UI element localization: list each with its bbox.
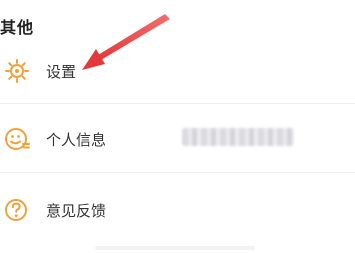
section-title: 其他: [0, 18, 35, 37]
personal-info-row[interactable]: 个人信息: [0, 116, 355, 166]
screen: 其他 设置 个人信息 意见反馈: [0, 0, 355, 253]
settings-row[interactable]: 设置: [0, 48, 355, 98]
bottom-divider: [95, 246, 255, 250]
feedback-label: 意见反馈: [46, 202, 107, 220]
settings-label: 设置: [46, 63, 77, 81]
question-icon: [2, 195, 32, 225]
redacted-value: [182, 128, 294, 146]
feedback-row[interactable]: 意见反馈: [0, 187, 355, 237]
personal-info-label: 个人信息: [46, 131, 107, 149]
gear-icon: [2, 56, 32, 86]
divider: [0, 172, 355, 173]
divider: [0, 103, 355, 104]
profile-face-icon: [2, 124, 32, 154]
